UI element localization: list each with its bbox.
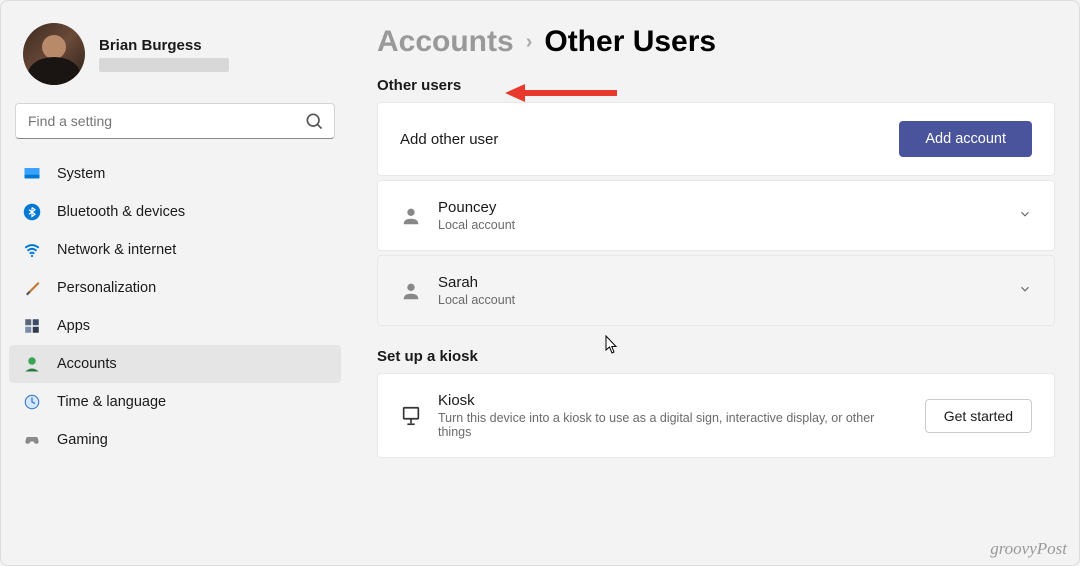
nav-label: Network & internet (57, 242, 176, 258)
user-type: Local account (438, 218, 1002, 232)
profile-info: Brian Burgess (99, 37, 229, 72)
add-other-user-card: Add other user Add account (377, 102, 1055, 176)
sidebar-item-system[interactable]: System (9, 155, 341, 193)
breadcrumb-current: Other Users (544, 25, 716, 59)
kiosk-card: Kiosk Turn this device into a kiosk to u… (377, 373, 1055, 458)
breadcrumb-parent[interactable]: Accounts (377, 25, 514, 59)
watermark: groovyPost (990, 539, 1067, 559)
add-account-button[interactable]: Add account (899, 121, 1032, 157)
nav-list: System Bluetooth & devices Network & int… (9, 149, 341, 565)
person-icon (23, 355, 41, 373)
user-type: Local account (438, 293, 1002, 307)
sidebar-item-time[interactable]: Time & language (9, 383, 341, 421)
person-silhouette-icon (400, 280, 422, 302)
person-silhouette-icon (400, 205, 422, 227)
search-input[interactable] (16, 113, 304, 129)
avatar (23, 23, 85, 85)
clock-globe-icon (23, 393, 41, 411)
profile-block[interactable]: Brian Burgess (9, 1, 341, 103)
profile-email-redacted (99, 58, 229, 72)
sidebar-item-personalization[interactable]: Personalization (9, 269, 341, 307)
kiosk-desc: Turn this device into a kiosk to use as … (438, 411, 909, 439)
sidebar-item-gaming[interactable]: Gaming (9, 421, 341, 459)
chevron-right-icon: › (526, 31, 533, 54)
sidebar: Brian Burgess System Bluetooth & devices… (1, 1, 349, 565)
breadcrumb: Accounts › Other Users (377, 25, 1055, 59)
chevron-down-icon (1018, 207, 1032, 224)
sidebar-item-bluetooth[interactable]: Bluetooth & devices (9, 193, 341, 231)
paintbrush-icon (23, 279, 41, 297)
section-kiosk: Set up a kiosk (377, 348, 1055, 365)
chevron-down-icon (1018, 282, 1032, 299)
apps-icon (23, 317, 41, 335)
profile-name: Brian Burgess (99, 37, 229, 54)
main-content: Accounts › Other Users Other users Add o… (349, 1, 1079, 565)
search-icon (304, 111, 324, 131)
nav-label: Personalization (57, 280, 156, 296)
gamepad-icon (23, 431, 41, 449)
user-name: Sarah (438, 274, 1002, 291)
sidebar-item-network[interactable]: Network & internet (9, 231, 341, 269)
wifi-icon (23, 241, 41, 259)
get-started-button[interactable]: Get started (925, 399, 1032, 433)
kiosk-icon (400, 405, 422, 427)
nav-label: Time & language (57, 394, 166, 410)
nav-label: Bluetooth & devices (57, 204, 185, 220)
user-card[interactable]: Sarah Local account (377, 255, 1055, 326)
sidebar-item-accounts[interactable]: Accounts (9, 345, 341, 383)
user-name: Pouncey (438, 199, 1002, 216)
display-icon (23, 165, 41, 183)
sidebar-item-apps[interactable]: Apps (9, 307, 341, 345)
nav-label: System (57, 166, 105, 182)
nav-label: Accounts (57, 356, 117, 372)
bluetooth-icon (23, 203, 41, 221)
user-card[interactable]: Pouncey Local account (377, 180, 1055, 251)
kiosk-title: Kiosk (438, 392, 909, 409)
nav-label: Apps (57, 318, 90, 334)
add-other-user-label: Add other user (400, 131, 883, 148)
nav-label: Gaming (57, 432, 108, 448)
search-input-wrapper[interactable] (15, 103, 335, 139)
section-other-users: Other users (377, 77, 1055, 94)
